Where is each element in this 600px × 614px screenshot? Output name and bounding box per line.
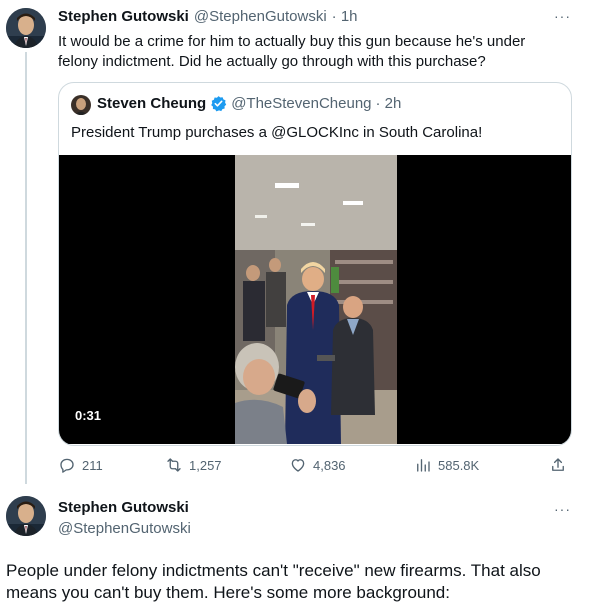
views-chart-icon bbox=[417, 459, 430, 472]
avatar-image bbox=[6, 8, 46, 48]
quoted-author-name: Steven Cheung bbox=[97, 95, 207, 112]
video-player[interactable]: 0:31 bbox=[59, 155, 571, 444]
reply-button[interactable]: 211 bbox=[58, 456, 103, 474]
tweet-header: Stephen Gutowski @StephenGutowski · 1h bbox=[58, 8, 358, 25]
author-name[interactable]: Stephen Gutowski bbox=[58, 499, 189, 516]
like-button[interactable]: 4,836 bbox=[289, 456, 346, 474]
tweet-text: People under felony indictments can't "r… bbox=[6, 561, 541, 602]
tweet-timestamp[interactable]: · 1h bbox=[332, 8, 358, 25]
video-duration-badge: 0:31 bbox=[69, 405, 108, 426]
quoted-author-handle: @TheStevenCheung bbox=[231, 95, 372, 112]
video-frame-image bbox=[235, 155, 397, 444]
avatar-image bbox=[6, 496, 46, 536]
share-button[interactable] bbox=[549, 456, 567, 474]
quoted-header: Steven Cheung @TheStevenCheung · 2h bbox=[97, 95, 401, 112]
retweet-button[interactable]: 1,257 bbox=[165, 456, 222, 474]
author-name[interactable]: Stephen Gutowski bbox=[58, 8, 189, 25]
share-icon bbox=[552, 458, 564, 471]
thread-connector-line bbox=[25, 52, 27, 484]
quoted-avatar bbox=[71, 95, 91, 115]
author-handle[interactable]: @StephenGutowski bbox=[194, 8, 327, 25]
more-options-icon[interactable]: ··· bbox=[554, 8, 571, 24]
reply-count: 211 bbox=[82, 457, 103, 473]
heart-icon bbox=[291, 459, 305, 472]
views-button[interactable]: 585.8K bbox=[414, 456, 479, 474]
avatar[interactable] bbox=[6, 496, 46, 536]
author-handle[interactable]: @StephenGutowski bbox=[58, 520, 191, 537]
quoted-tweet-text: President Trump purchases a @GLOCKInc in… bbox=[71, 124, 483, 141]
reply-icon bbox=[60, 458, 74, 473]
retweet-count: 1,257 bbox=[189, 457, 222, 473]
tweet-text: It would be a crime for him to actually … bbox=[58, 33, 526, 70]
retweet-icon bbox=[167, 458, 181, 472]
views-count: 585.8K bbox=[438, 457, 480, 473]
quoted-timestamp: · 2h bbox=[375, 95, 402, 112]
more-options-icon[interactable]: ··· bbox=[554, 501, 571, 517]
avatar[interactable] bbox=[6, 8, 46, 48]
like-count: 4,836 bbox=[313, 457, 346, 473]
verified-badge-icon bbox=[211, 96, 227, 112]
quoted-tweet-card[interactable]: Steven Cheung @TheStevenCheung · 2h Pres… bbox=[58, 82, 572, 446]
